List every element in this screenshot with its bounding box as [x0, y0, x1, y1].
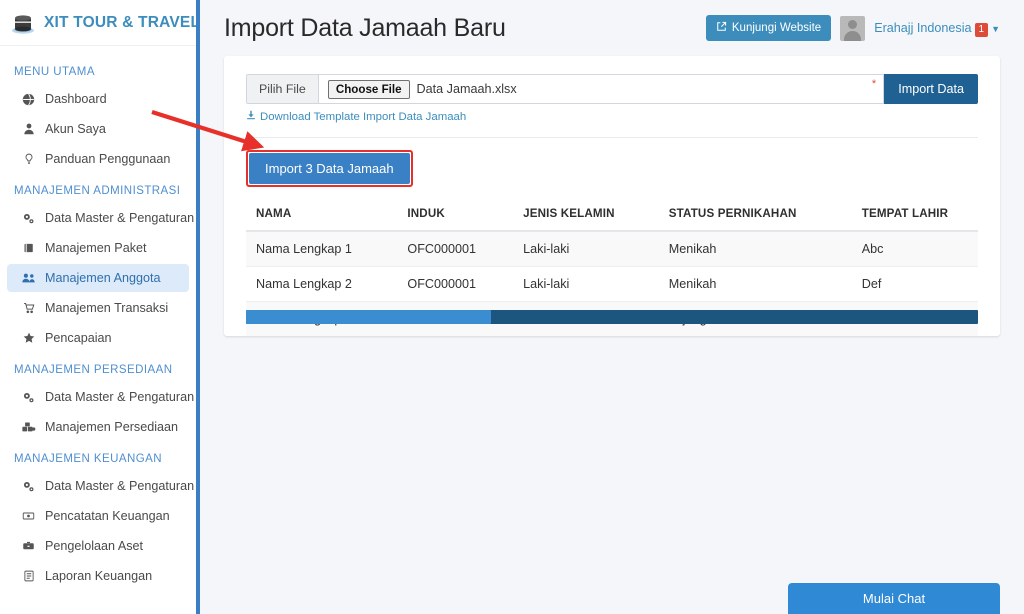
cell-jenis-kelamin: Laki-laki	[513, 231, 659, 267]
col-nama: NAMA	[246, 201, 398, 232]
brand-name: XIT TOUR & TRAVEL	[44, 13, 200, 31]
scrollbar-thumb[interactable]	[246, 310, 491, 324]
pilih-file-label: Pilih File	[247, 75, 319, 103]
lightbulb-icon	[21, 153, 36, 165]
main-content: Import Data Jamaah Baru Kunjungi Website…	[200, 0, 1024, 614]
money-icon	[21, 510, 36, 522]
import-jamaah-highlight: Import 3 Data Jamaah	[246, 150, 413, 187]
table-horizontal-scrollbar[interactable]	[246, 310, 978, 324]
col-induk: INDUK	[397, 201, 514, 232]
sidebar-item-label: Data Master & Pengaturan	[45, 479, 195, 493]
external-link-icon	[716, 21, 727, 35]
cell-jenis-kelamin: Laki-laki	[513, 266, 659, 302]
sidebar-item-label: Pengelolaan Aset	[45, 539, 144, 553]
sidebar-item-pencatatan-keuangan[interactable]: Pencatatan Keuangan	[7, 502, 189, 530]
avatar[interactable]	[840, 15, 866, 41]
sidebar-item-label: Manajemen Anggota	[45, 271, 161, 285]
user-menu[interactable]: Erahajj Indonesia 1 ▼	[874, 19, 1000, 38]
gears-icon	[21, 212, 36, 225]
sidebar-item-label: Akun Saya	[45, 122, 106, 136]
import-jamaah-button[interactable]: Import 3 Data Jamaah	[249, 153, 410, 184]
selected-file-name: Data Jamaah.xlsx	[416, 82, 517, 96]
topbar: Import Data Jamaah Baru Kunjungi Website…	[200, 0, 1024, 56]
kaaba-icon	[10, 10, 36, 36]
globe-icon	[21, 93, 36, 106]
user-name-label: Erahajj Indonesia	[874, 20, 972, 35]
nav-section-header-manajemen-persediaan: MANAJEMEN PERSEDIAAN	[14, 364, 173, 376]
users-icon	[21, 272, 36, 285]
visit-website-button[interactable]: Kunjungi Website	[705, 15, 832, 41]
sidebar-item-akun-saya[interactable]: Akun Saya	[7, 115, 189, 143]
nav-section-header-menu-utama: MENU UTAMA	[14, 66, 95, 78]
sidebar-item-data-master-pengaturan-admin[interactable]: Data Master & Pengaturan	[7, 204, 194, 232]
sidebar-item-data-master-pengaturan-persediaan[interactable]: Data Master & Pengaturan	[7, 383, 194, 411]
sidebar-item-label: Data Master & Pengaturan	[45, 390, 195, 404]
visit-website-label: Kunjungi Website	[731, 22, 822, 34]
sidebar-item-label: Panduan Penggunaan	[45, 152, 171, 166]
cell-induk: OFC000001	[397, 266, 514, 302]
sidebar-item-pengelolaan-aset[interactable]: Pengelolaan Aset	[7, 532, 189, 560]
table-header-row: NAMA INDUK JENIS KELAMIN STATUS PERNIKAH…	[246, 201, 978, 232]
sidebar-item-manajemen-transaksi[interactable]: Manajemen Transaksi	[7, 294, 189, 322]
col-jenis-kelamin: JENIS KELAMIN	[513, 201, 659, 232]
book-icon	[21, 242, 36, 254]
topbar-actions: Kunjungi Website Erahajj Indonesia 1 ▼	[705, 15, 1000, 41]
table-row: Nama Lengkap 1 OFC000001 Laki-laki Menik…	[246, 231, 978, 267]
choose-file-button[interactable]: Choose File	[327, 79, 410, 99]
file-input-group[interactable]: Pilih File Choose File Data Jamaah.xlsx …	[246, 74, 885, 104]
report-icon	[21, 570, 36, 582]
briefcase-icon	[21, 540, 36, 552]
nav-section-header-manajemen-administrasi: MANAJEMEN ADMINISTRASI	[14, 185, 181, 197]
gears-icon	[21, 391, 36, 404]
sidebar-item-manajemen-anggota[interactable]: Manajemen Anggota	[7, 264, 189, 292]
sidebar-item-label: Laporan Keuangan	[45, 569, 153, 583]
required-marker: *	[871, 78, 877, 90]
notification-badge[interactable]: 1	[974, 22, 989, 38]
cell-tempat-lahir: Abc	[851, 231, 978, 267]
cell-nama: Nama Lengkap 2	[246, 266, 398, 302]
table-head: NAMA INDUK JENIS KELAMIN STATUS PERNIKAH…	[246, 201, 978, 232]
boxes-icon	[21, 421, 36, 434]
import-data-button[interactable]: Import Data	[884, 74, 978, 104]
user-icon	[21, 123, 36, 135]
page-title: Import Data Jamaah Baru	[224, 13, 506, 42]
cell-status-pernikahan: Menikah	[658, 231, 852, 267]
nav-section-header-manajemen-keuangan: MANAJEMEN KEUANGAN	[14, 453, 163, 465]
sidebar-item-pencapaian[interactable]: Pencapaian	[7, 324, 189, 352]
sidebar: XIT TOUR & TRAVEL MENU UTAMA Dashboard A…	[0, 0, 200, 614]
import-card: Pilih File Choose File Data Jamaah.xlsx …	[224, 56, 1000, 336]
col-status-pernikahan: STATUS PERNIKAHAN	[658, 201, 852, 232]
sidebar-item-data-master-pengaturan-keuangan[interactable]: Data Master & Pengaturan	[7, 472, 194, 500]
sidebar-item-label: Manajemen Transaksi	[45, 301, 169, 315]
col-tempat-lahir: TEMPAT LAHIR	[851, 201, 978, 232]
sidebar-item-manajemen-paket[interactable]: Manajemen Paket	[7, 234, 189, 262]
download-icon	[246, 110, 256, 123]
sidebar-item-laporan-keuangan[interactable]: Laporan Keuangan	[7, 562, 189, 590]
gears-icon	[21, 480, 36, 493]
sidebar-item-label: Manajemen Persediaan	[45, 420, 179, 434]
cell-status-pernikahan: Menikah	[658, 266, 852, 302]
sidebar-item-label: Pencatatan Keuangan	[45, 509, 170, 523]
table-row: Nama Lengkap 2 OFC000001 Laki-laki Menik…	[246, 266, 978, 302]
chevron-down-icon[interactable]: ▼	[991, 24, 1000, 34]
sidebar-item-panduan-penggunaan[interactable]: Panduan Penggunaan	[7, 145, 189, 173]
brand-logo-area[interactable]: XIT TOUR & TRAVEL	[0, 0, 196, 46]
sidebar-item-manajemen-persediaan[interactable]: Manajemen Persediaan	[7, 413, 189, 441]
sidebar-item-label: Manajemen Paket	[45, 241, 147, 255]
sidebar-item-label: Data Master & Pengaturan	[45, 211, 195, 225]
sidebar-item-label: Pencapaian	[45, 331, 112, 345]
sidebar-item-label: Dashboard	[45, 92, 107, 106]
cell-induk: OFC000001	[397, 231, 514, 267]
cell-tempat-lahir: Def	[851, 266, 978, 302]
start-chat-button[interactable]: Mulai Chat	[788, 583, 1000, 614]
star-icon	[21, 332, 36, 344]
download-template-label: Download Template Import Data Jamaah	[260, 110, 467, 123]
sidebar-item-dashboard[interactable]: Dashboard	[7, 85, 189, 113]
cart-icon	[21, 302, 36, 314]
download-template-link[interactable]: Download Template Import Data Jamaah	[246, 110, 466, 123]
cell-nama: Nama Lengkap 1	[246, 231, 398, 267]
divider	[246, 137, 978, 138]
file-upload-row: Pilih File Choose File Data Jamaah.xlsx …	[246, 74, 978, 104]
sidebar-nav: MENU UTAMA Dashboard Akun Saya Panduan P…	[0, 46, 196, 590]
